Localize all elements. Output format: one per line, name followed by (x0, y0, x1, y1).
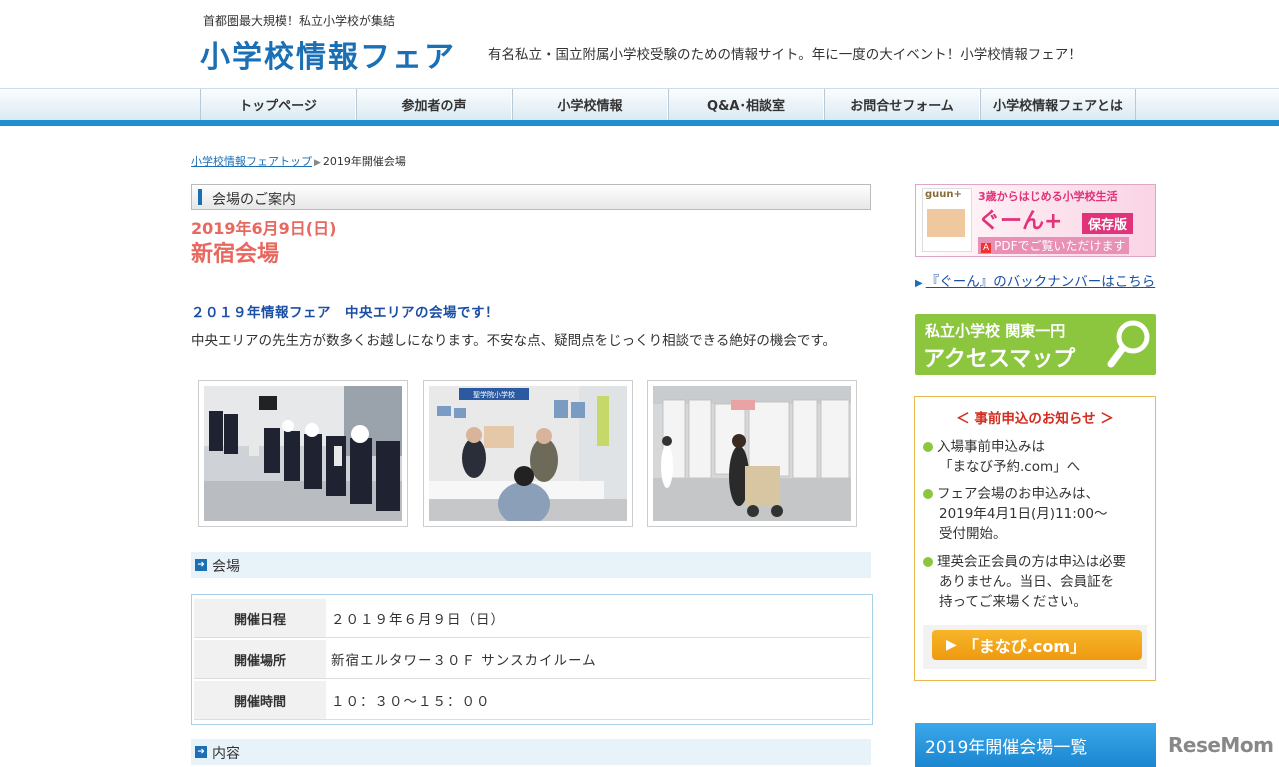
notice-text: 持ってご来場ください。 (939, 594, 1087, 610)
notice-text: 2019年4月1日(月)11:00～ (939, 506, 1108, 522)
site-tagline: 首都圏最大規模！私立小学校が集結 (203, 14, 396, 28)
photo-exhibits (647, 380, 857, 527)
manabi-button[interactable]: ▶ 「まなび.com」 (932, 630, 1142, 660)
notice-text: ありません。当日、会員証を (939, 574, 1115, 590)
photo-uniforms (198, 380, 408, 527)
breadcrumb-home-link[interactable]: 小学校情報フェアトップ (191, 155, 312, 168)
intro-heading: ２０１９年情報フェア 中央エリアの会場です！ (191, 305, 499, 321)
resemom-watermark: ReseMom (1168, 733, 1274, 757)
nav-item-about[interactable]: 小学校情報フェアとは (980, 89, 1136, 120)
manabi-button-area: ▶ 「まなび.com」 (923, 625, 1147, 669)
triangle-right-icon: ▶ (915, 278, 923, 289)
notice-text: 理英会正会員の方は申込は必要 (937, 554, 1126, 570)
notice-title: ＜ 事前申込のお知らせ ＞ (956, 411, 1114, 427)
access-map-line2: アクセスマップ (923, 347, 1076, 372)
nav-item-voices[interactable]: 参加者の声 (356, 89, 512, 120)
venue-list-title: 2019年開催会場一覧 (925, 738, 1088, 758)
table-row: 開催日程 ２０１９年６月９日（日） (194, 599, 870, 638)
guun-pdf-note: A PDFでご覧いただけます (978, 237, 1129, 254)
nav-item-school-info[interactable]: 小学校情報 (512, 89, 668, 120)
section-title: 会場のご案内 (212, 192, 296, 208)
photo-consultation: 聖学院小学校 (423, 380, 633, 527)
section-marker (198, 189, 202, 205)
intro-text: 中央エリアの先生方が数多くお越しになります。不安な点、疑問点をじっくり相談できる… (191, 333, 837, 349)
row-label: 開催日程 (194, 599, 326, 638)
guun-magazine-cover: guun+ (922, 188, 972, 252)
bullet-icon (923, 557, 933, 567)
site-title[interactable]: 小学校情報フェア (200, 32, 456, 76)
table-row: 開催時間 １０：３０～１５：００ (194, 681, 870, 720)
global-nav: トップページ 参加者の声 小学校情報 Q&A･相談室 お問合せフォーム 小学校情… (200, 89, 1136, 120)
uniform-display-image (204, 386, 402, 521)
venue-list-header[interactable]: 2019年開催会場一覧 (915, 723, 1156, 767)
breadcrumb: 小学校情報フェアトップ ▶ 2019年開催会場 (191, 153, 406, 169)
notice-text: フェア会場のお申込みは、 (937, 486, 1099, 502)
notice-item: 入場事前申込みは 「まなび予約.com」へ (923, 437, 1080, 477)
notice-text: 受付開始。 (939, 526, 1007, 542)
pre-registration-notice: ＜ 事前申込のお知らせ ＞ 入場事前申込みは 「まなび予約.com」へ フェア会… (914, 396, 1156, 681)
access-map-banner[interactable]: 私立小学校 関東一円 アクセスマップ (915, 314, 1156, 375)
guun-title: ぐーん+ (978, 209, 1063, 234)
content-section-bar: ➜ 内容 (191, 739, 871, 765)
content-section-title: 内容 (212, 746, 240, 762)
bullet-icon (923, 442, 933, 452)
exhibit-boards-image (653, 386, 851, 521)
play-icon: ▶ (946, 637, 957, 653)
section-header: 会場のご案内 (191, 184, 871, 210)
row-label: 開催場所 (194, 640, 326, 679)
table-row: 開催場所 新宿エルタワー３０Ｆ サンスカイルーム (194, 640, 870, 679)
notice-item: フェア会場のお申込みは、 2019年4月1日(月)11:00～ 受付開始。 (923, 484, 1107, 544)
guun-badge: 保存版 (1082, 213, 1134, 234)
row-value: １０：３０～１５：００ (326, 681, 870, 720)
notice-item: 理英会正会員の方は申込は必要 ありません。当日、会員証を 持ってご来場ください。 (923, 552, 1126, 612)
row-value: ２０１９年６月９日（日） (326, 599, 870, 638)
breadcrumb-current: 2019年開催会場 (322, 155, 406, 168)
arrow-right-icon: ➜ (195, 746, 207, 758)
bullet-icon (923, 489, 933, 499)
backnumber-link[interactable]: ▶ 『ぐーん』のバックナンバーはこちら (915, 270, 1155, 290)
nav-item-qa[interactable]: Q&A･相談室 (668, 89, 824, 120)
venue-section-bar: ➜ 会場 (191, 552, 871, 578)
nav-item-contact[interactable]: お問合せフォーム (824, 89, 980, 120)
guun-pdf-text: PDFでご覧いただけます (994, 239, 1126, 253)
nav-divider (0, 120, 1279, 126)
consultation-booth-image: 聖学院小学校 (429, 386, 627, 521)
booth-sign-text: 聖学院小学校 (473, 390, 515, 399)
row-value: 新宿エルタワー３０Ｆ サンスカイルーム (326, 640, 870, 679)
venue-info-table: 開催日程 ２０１９年６月９日（日） 開催場所 新宿エルタワー３０Ｆ サンスカイル… (191, 594, 873, 725)
backnumber-link-text[interactable]: 『ぐーん』のバックナンバーはこちら (926, 274, 1156, 290)
venue-name: 新宿会場 (191, 242, 280, 267)
manabi-button-label: 「まなび.com」 (962, 637, 1087, 656)
breadcrumb-arrow-icon: ▶ (314, 158, 321, 168)
cover-photo (927, 209, 965, 237)
guun-banner[interactable]: guun+ 3歳からはじめる小学校生活 ぐーん+ 保存版 A PDFでご覧いただけ… (915, 184, 1156, 257)
access-map-line1: 私立小学校 関東一円 (925, 322, 1066, 340)
guun-logo: guun+ (925, 189, 962, 200)
arrow-right-icon: ➜ (195, 559, 207, 571)
notice-text: 入場事前申込みは (937, 439, 1045, 455)
venue-section-title: 会場 (212, 559, 240, 575)
guun-headline: 3歳からはじめる小学校生活 (978, 190, 1118, 203)
notice-text: 「まなび予約.com」へ (939, 459, 1081, 475)
magnifier-icon (1107, 320, 1150, 368)
row-label: 開催時間 (194, 681, 326, 720)
site-description: 有名私立・国立附属小学校受験のための情報サイト。年に一度の大イベント！小学校情報… (488, 47, 1082, 63)
pdf-icon: A (981, 243, 992, 253)
nav-item-top[interactable]: トップページ (200, 89, 356, 120)
